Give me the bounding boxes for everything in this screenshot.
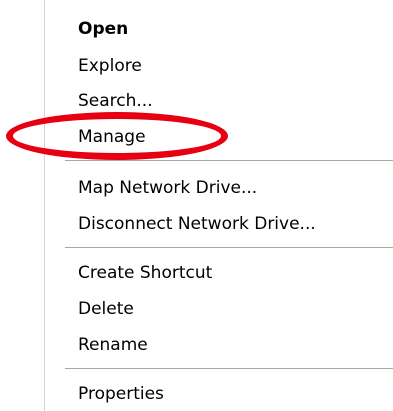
menu-item-create-shortcut[interactable]: Create Shortcut — [78, 262, 212, 284]
menu-separator — [65, 368, 393, 369]
menu-item-open[interactable]: Open — [78, 18, 128, 40]
menu-item-rename[interactable]: Rename — [78, 334, 148, 356]
menu-item-search[interactable]: Search... — [78, 90, 153, 112]
menu-item-explore[interactable]: Explore — [78, 55, 142, 77]
context-menu: Open Explore Search... Manage Map Networ… — [44, 0, 393, 411]
menu-item-map-network-drive[interactable]: Map Network Drive... — [78, 177, 257, 199]
menu-separator — [65, 160, 393, 161]
menu-item-properties[interactable]: Properties — [78, 383, 164, 405]
menu-item-delete[interactable]: Delete — [78, 298, 134, 320]
menu-item-disconnect-network-drive[interactable]: Disconnect Network Drive... — [78, 213, 316, 235]
menu-separator — [65, 247, 393, 248]
menu-item-manage[interactable]: Manage — [78, 126, 146, 148]
